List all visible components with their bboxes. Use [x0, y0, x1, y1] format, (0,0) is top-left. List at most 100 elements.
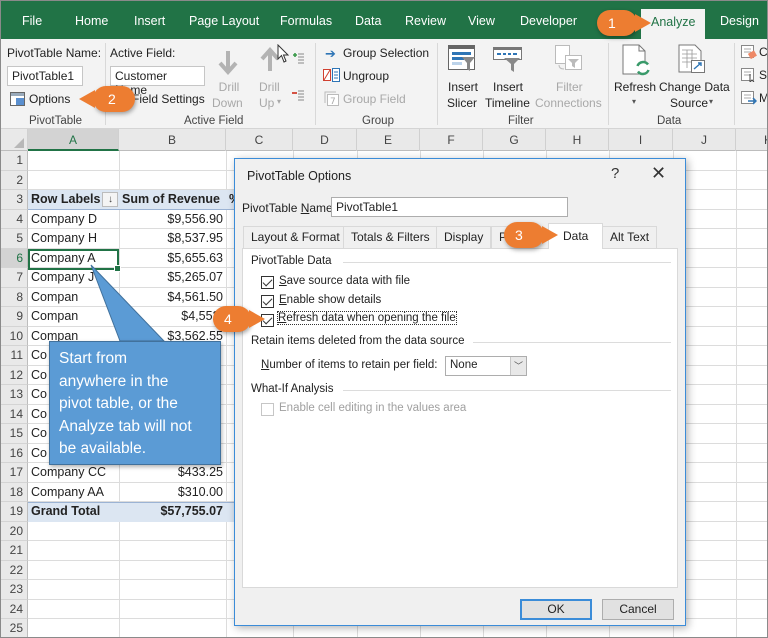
refresh-dropdown-icon[interactable]: ▾ — [632, 97, 636, 106]
row-header-10[interactable]: 10 — [1, 326, 28, 346]
row-header-25[interactable]: 25 — [1, 619, 28, 637]
help-icon[interactable]: ? — [611, 165, 619, 182]
row-header-3[interactable]: 3 — [1, 190, 28, 210]
expand-field-icon[interactable] — [291, 51, 305, 68]
column-header-g[interactable]: G — [483, 129, 546, 151]
chevron-down-icon[interactable]: ﹀ — [510, 357, 526, 375]
tab-data[interactable]: Data — [355, 14, 381, 28]
row-header-6[interactable]: 6 — [1, 248, 28, 268]
tab-view[interactable]: View — [468, 14, 495, 28]
options-button[interactable]: Options — [29, 92, 70, 106]
row-header-14[interactable]: 14 — [1, 404, 28, 424]
column-header-a[interactable]: A — [28, 129, 119, 151]
row-header-2[interactable]: 2 — [1, 170, 28, 190]
pivot-header-row-labels[interactable]: Row Labels ↓ — [28, 190, 119, 210]
row-header-16[interactable]: 16 — [1, 443, 28, 463]
column-header-h[interactable]: H — [546, 129, 609, 151]
filter-connections-line1[interactable]: Filter — [556, 80, 583, 94]
tab-file[interactable]: File — [22, 14, 42, 28]
change-source-dropdown-icon[interactable]: ▾ — [709, 97, 713, 106]
tab-page-layout[interactable]: Page Layout — [189, 14, 259, 28]
row-header-23[interactable]: 23 — [1, 580, 28, 600]
column-header-e[interactable]: E — [357, 129, 420, 151]
pivot-row-value[interactable]: $310.00 — [119, 483, 226, 503]
column-header-c[interactable]: C — [226, 129, 293, 151]
drill-up-line1[interactable]: Drill — [259, 80, 280, 94]
column-header-d[interactable]: D — [293, 129, 357, 151]
pivot-row-value[interactable]: $8,537.95 — [119, 229, 226, 249]
select-button[interactable]: Se — [759, 68, 767, 82]
pivot-row-label[interactable]: Company H — [28, 229, 119, 249]
tab-layout-format[interactable]: Layout & Format — [243, 226, 348, 248]
enable-show-details-label[interactable]: Enable show details — [279, 294, 381, 306]
row-header-4[interactable]: 4 — [1, 209, 28, 229]
column-header-f[interactable]: F — [420, 129, 483, 151]
ok-button[interactable]: OK — [520, 599, 592, 620]
row-header-21[interactable]: 21 — [1, 541, 28, 561]
enable-show-details-checkbox[interactable] — [261, 295, 274, 308]
cell-editing-checkbox[interactable] — [261, 403, 274, 416]
insert-slicer-line1[interactable]: Insert — [448, 80, 478, 94]
row-header-12[interactable]: 12 — [1, 365, 28, 385]
row-header-17[interactable]: 17 — [1, 463, 28, 483]
refresh-on-open-label[interactable]: Refresh data when opening the file — [277, 311, 457, 325]
row-header-7[interactable]: 7 — [1, 268, 28, 288]
pivot-row-value[interactable]: $433.25 — [119, 463, 226, 483]
pivot-row-value[interactable]: $9,556.90 — [119, 210, 226, 230]
row-header-11[interactable]: 11 — [1, 346, 28, 366]
tab-insert[interactable]: Insert — [134, 14, 165, 28]
pivot-row-label[interactable]: Company CC — [28, 463, 119, 483]
drill-down-line2[interactable]: Down — [212, 96, 243, 110]
save-source-data-checkbox[interactable] — [261, 276, 274, 289]
active-field-input[interactable]: Customer Name — [110, 66, 205, 97]
select-all-button[interactable] — [1, 129, 28, 151]
pivottable-name-field[interactable]: PivotTable1 — [331, 197, 568, 217]
row-header-22[interactable]: 22 — [1, 560, 28, 580]
refresh-button[interactable]: Refresh — [614, 80, 656, 94]
retain-items-select[interactable]: None ﹀ — [445, 356, 527, 376]
row-header-9[interactable]: 9 — [1, 307, 28, 327]
insert-slicer-line2[interactable]: Slicer — [447, 96, 477, 110]
drill-up-dropdown-icon[interactable]: ▾ — [277, 97, 281, 106]
field-settings-button[interactable]: Field Settings — [132, 92, 205, 106]
tab-totals-filters[interactable]: Totals & Filters — [343, 226, 438, 248]
tab-formulas[interactable]: Formulas — [280, 14, 332, 28]
tab-review[interactable]: Review — [405, 14, 446, 28]
column-header-b[interactable]: B — [119, 129, 226, 151]
row-header-19[interactable]: 19 — [1, 502, 28, 522]
row-header-5[interactable]: 5 — [1, 229, 28, 249]
row-header-1[interactable]: 1 — [1, 151, 28, 171]
row-header-24[interactable]: 24 — [1, 599, 28, 619]
row-header-15[interactable]: 15 — [1, 424, 28, 444]
tab-home[interactable]: Home — [75, 14, 108, 28]
change-data-source-line1[interactable]: Change Data — [659, 80, 730, 94]
clear-button[interactable]: C — [759, 45, 767, 59]
tab-display[interactable]: Display — [436, 226, 492, 248]
filter-connections-line2[interactable]: Connections — [535, 96, 602, 110]
row-header-8[interactable]: 8 — [1, 287, 28, 307]
tab-alt-text[interactable]: Alt Text — [602, 226, 658, 248]
pivot-header-sum-of-revenue[interactable]: Sum of Revenue — [119, 190, 226, 210]
column-header-i[interactable]: I — [609, 129, 673, 151]
save-source-data-label[interactable]: Save source data with file — [279, 275, 410, 287]
sort-filter-icon[interactable]: ↓ — [102, 192, 119, 208]
drill-down-line1[interactable]: Drill — [217, 80, 241, 94]
change-data-source-line2[interactable]: Source — [670, 96, 708, 110]
close-icon[interactable]: ✕ — [651, 163, 666, 184]
collapse-field-icon[interactable] — [291, 88, 305, 105]
pivot-row-label[interactable]: Company D — [28, 210, 119, 230]
column-header-j[interactable]: J — [673, 129, 736, 151]
tab-developer[interactable]: Developer — [520, 14, 577, 28]
tab-design[interactable]: Design — [720, 14, 759, 28]
group-selection-button[interactable]: Group Selection — [343, 46, 429, 60]
grand-total-label[interactable]: Grand Total — [28, 502, 119, 522]
grand-total-value[interactable]: $57,755.07 — [119, 502, 226, 522]
ungroup-button[interactable]: Ungroup — [343, 69, 389, 83]
cancel-button[interactable]: Cancel — [602, 599, 674, 620]
group-field-button[interactable]: Group Field — [343, 92, 406, 106]
insert-timeline-line1[interactable]: Insert — [493, 80, 523, 94]
row-header-20[interactable]: 20 — [1, 521, 28, 541]
row-header-13[interactable]: 13 — [1, 385, 28, 405]
move-pivottable-button[interactable]: M — [759, 91, 767, 105]
column-header-k[interactable]: K — [736, 129, 767, 151]
